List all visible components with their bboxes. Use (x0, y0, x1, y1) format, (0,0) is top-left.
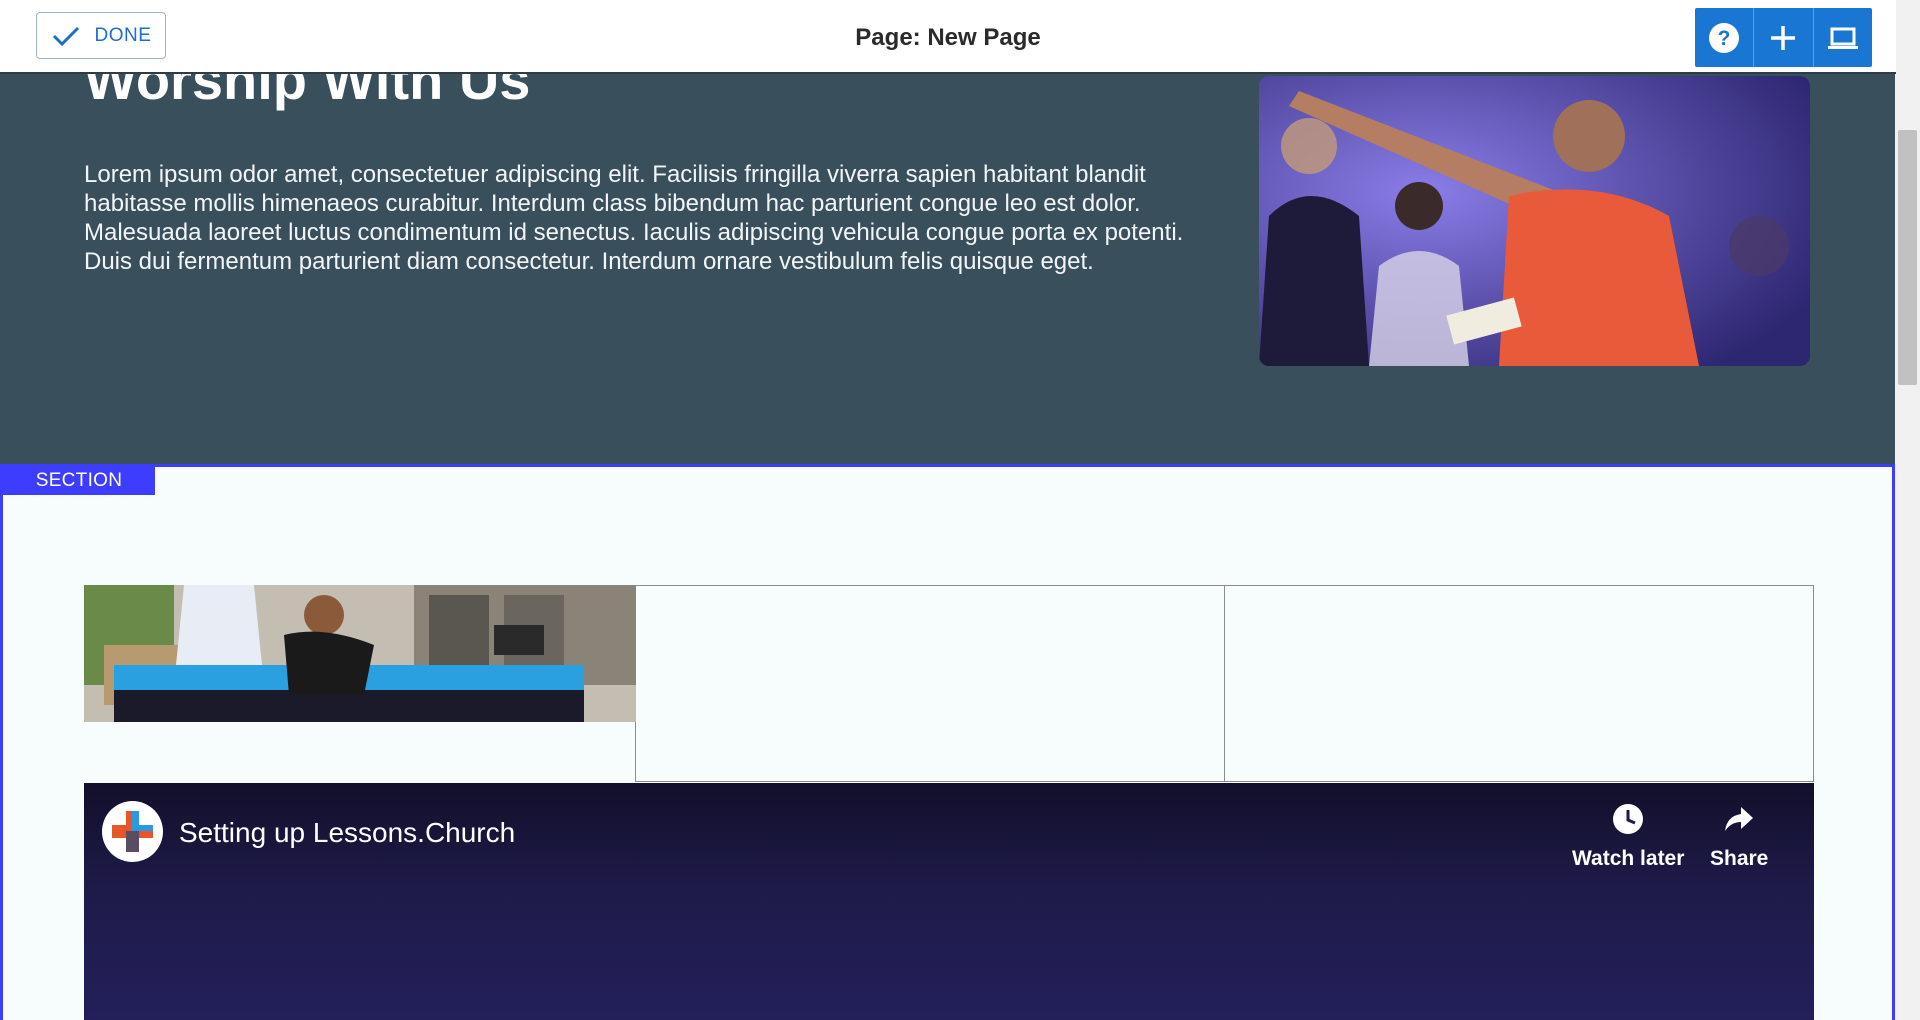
share-label: Share (1710, 847, 1769, 870)
section-label: SECTION (3, 467, 155, 495)
column-3[interactable] (1225, 585, 1814, 782)
video-embed[interactable]: Setting up Lessons.Church Watch later Sh… (84, 783, 1814, 1020)
hero-section[interactable]: Worship With Us Lorem ipsum odor amet, c… (0, 74, 1895, 464)
laptop-icon (1827, 27, 1858, 49)
baptism-photo (84, 585, 636, 722)
page-scrollbar[interactable] (1895, 0, 1920, 1020)
worship-photo (1259, 76, 1810, 366)
add-element-button[interactable] (1754, 8, 1814, 67)
page-title: Page: New Page (855, 24, 1041, 51)
toolbar-actions: ? (1695, 8, 1872, 67)
help-button[interactable]: ? (1695, 8, 1755, 67)
column-1[interactable] (84, 585, 636, 782)
help-icon: ? (1709, 22, 1740, 53)
watch-later-label: Watch later (1572, 847, 1685, 870)
share-icon (1725, 807, 1754, 831)
device-preview-button[interactable] (1814, 8, 1872, 67)
clock-icon (1613, 804, 1644, 834)
video-title[interactable]: Setting up Lessons.Church (179, 817, 515, 849)
watch-later-button[interactable]: Watch later (1572, 801, 1684, 871)
hero-body-text: Lorem ipsum odor amet, consectetuer adip… (84, 161, 1184, 275)
column-2[interactable] (636, 585, 1225, 782)
svg-text:?: ? (1718, 27, 1731, 50)
scrollbar-thumb[interactable] (1898, 130, 1917, 385)
channel-logo[interactable] (102, 801, 163, 862)
three-column-row (84, 585, 1814, 782)
share-button[interactable]: Share (1710, 801, 1768, 871)
hero-heading: Worship With Us (84, 74, 531, 111)
add-icon (1771, 25, 1796, 50)
editor-section[interactable]: SECTION Setting up Lessons.Church Watch … (0, 464, 1895, 1020)
editor-toolbar: DONE Page: New Page ? (0, 0, 1896, 74)
